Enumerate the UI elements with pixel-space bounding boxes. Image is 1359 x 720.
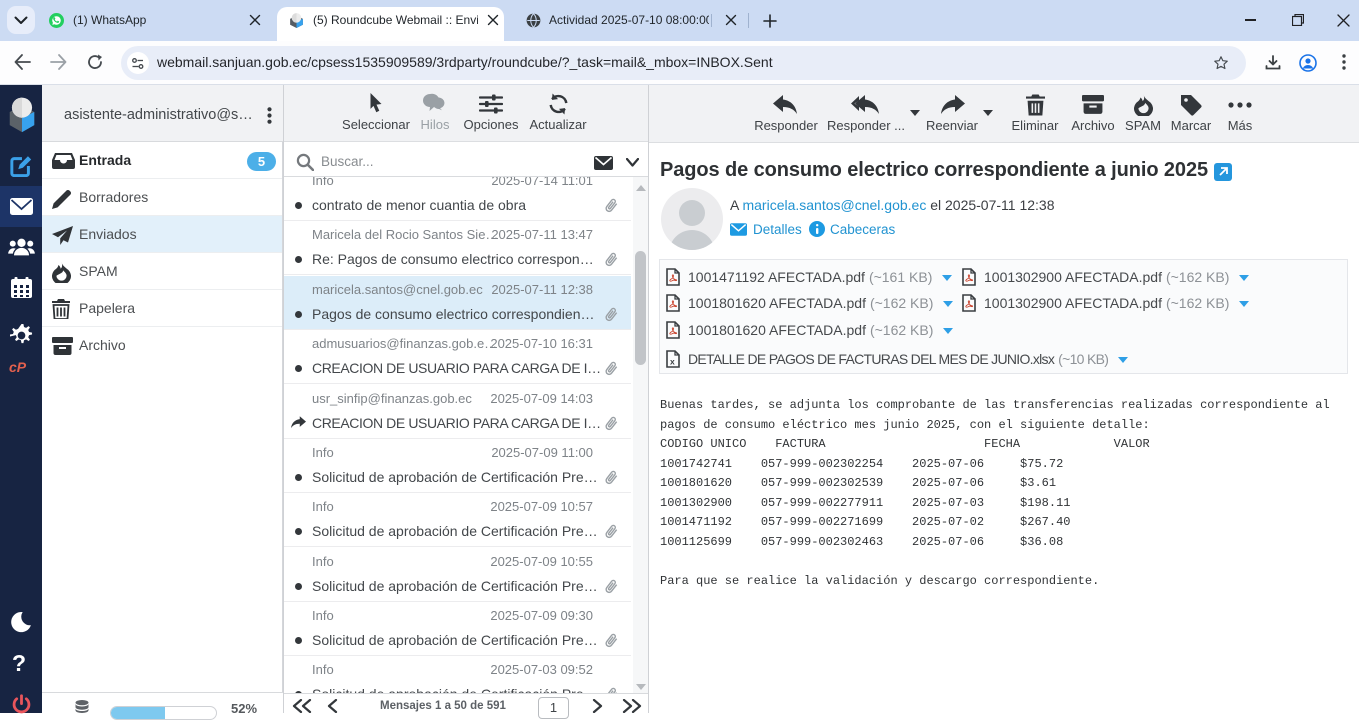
svg-text:x: x — [670, 357, 675, 367]
